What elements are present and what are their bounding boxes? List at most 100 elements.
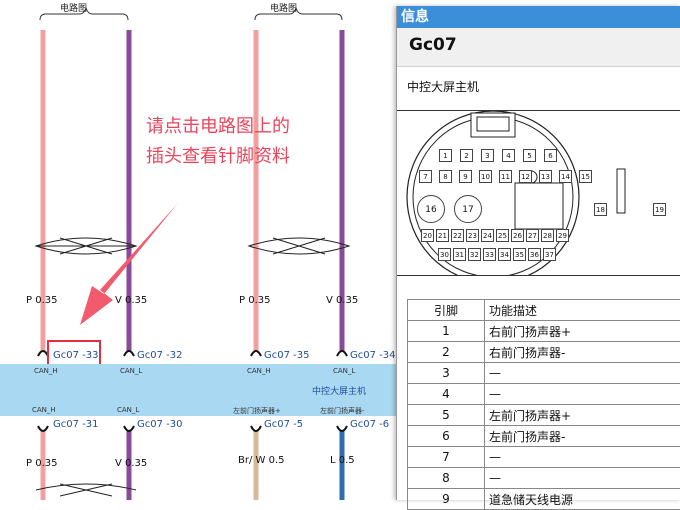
pin-number-cell: 1 — [408, 321, 485, 342]
table-row: 4— — [408, 384, 680, 405]
connector-pin[interactable]: 23 — [466, 229, 479, 242]
signal-label: CAN_H — [32, 406, 56, 414]
connector-header: Gc07 — [397, 28, 680, 67]
pin-number-cell: 4 — [408, 384, 485, 405]
signal-label: CAN_H — [247, 367, 271, 375]
module-name-label: 中控大屏主机 — [312, 384, 366, 397]
connector-pin[interactable]: 17 — [454, 195, 482, 223]
pin-function-cell: 右前门扬声器- — [485, 342, 680, 363]
connector-pin[interactable]: 21 — [436, 229, 449, 242]
connector-pin[interactable]: 7 — [419, 170, 432, 183]
connector-pin[interactable]: 5 — [523, 149, 536, 162]
signal-label: CAN_L — [333, 367, 355, 375]
column-header-pin: 引脚 — [408, 300, 485, 321]
pin-number-cell: 8 — [408, 468, 485, 489]
connector-pin[interactable]: 35 — [513, 248, 526, 261]
connector-pin-link[interactable]: Gc07 -6 — [350, 419, 389, 430]
connector-pin[interactable]: 36 — [528, 248, 541, 261]
wire-gauge-label: P 0.35 — [26, 295, 57, 306]
table-header-row: 引脚 功能描述 — [408, 300, 680, 321]
table-row: 6左前门扬声器- — [408, 426, 680, 447]
connector-code: Gc07 — [409, 35, 457, 55]
pin-function-cell: — — [485, 384, 680, 405]
pin-block — [519, 167, 639, 237]
info-panel: 信息 Gc07 中控大屏主机 123456 789101112131415 16… — [396, 6, 680, 500]
pin-function-cell: — — [485, 447, 680, 468]
panel-title[interactable]: 信息 — [397, 6, 680, 28]
table-row: 1右前门扬声器+ — [408, 321, 680, 342]
connector-pin[interactable]: 4 — [502, 149, 515, 162]
signal-label: CAN_L — [117, 406, 139, 414]
wire-gauge-label: V 0.35 — [326, 295, 358, 306]
column-header-function: 功能描述 — [485, 300, 680, 321]
wire-gauge-label: V 0.35 — [115, 458, 147, 469]
connector-pin[interactable]: 6 — [544, 149, 557, 162]
connector-pin-link[interactable]: Gc07 -34 — [350, 350, 395, 361]
connector-pin[interactable]: 2 — [460, 149, 473, 162]
diagram-group-label-right: 电路图 — [270, 1, 297, 14]
connector-pin[interactable]: 34 — [498, 248, 511, 261]
connector-pin[interactable]: 24 — [481, 229, 494, 242]
table-row: 7— — [408, 447, 680, 468]
connector-pin[interactable]: 33 — [483, 248, 496, 261]
wire-gauge-label: V 0.35 — [115, 295, 147, 306]
pin-function-cell: 道急储天线电源 — [485, 489, 680, 510]
connector-pin-link[interactable]: Gc07 -30 — [137, 419, 182, 430]
connector-pin[interactable]: 19 — [653, 203, 666, 216]
signal-label: CAN_H — [34, 367, 58, 375]
table-row: 9道急储天线电源 — [408, 489, 680, 510]
wire-gauge-label: Br/ W 0.5 — [238, 455, 285, 466]
table-row: 5左前门扬声器+ — [408, 405, 680, 426]
connector-pin-link[interactable]: Gc07 -5 — [264, 419, 303, 430]
connector-pin[interactable]: 9 — [459, 170, 472, 183]
pin-function-cell: 左前门扬声器- — [485, 426, 680, 447]
pin-number-cell: 5 — [408, 405, 485, 426]
table-row: 8— — [408, 468, 680, 489]
connector-pin[interactable]: 1 — [439, 149, 452, 162]
connector-pin[interactable]: 22 — [451, 229, 464, 242]
connector-pin-link[interactable]: Gc07 -31 — [53, 419, 98, 430]
connector-pin[interactable]: 37 — [543, 248, 556, 261]
connector-pin[interactable]: 27 — [526, 229, 539, 242]
connector-pin-link[interactable]: Gc07 -32 — [137, 350, 182, 361]
hint-line-1: 请点击电路图上的 — [146, 112, 290, 142]
diagram-group-label-left: 电路图 — [60, 1, 87, 14]
connector-pin[interactable]: 29 — [556, 229, 569, 242]
pin-number-cell: 2 — [408, 342, 485, 363]
connector-pin[interactable]: 16 — [417, 195, 445, 223]
wire-gauge-label: P 0.35 — [26, 458, 57, 469]
connector-pin-link[interactable]: Gc07 -35 — [264, 350, 309, 361]
connector-pin[interactable]: 25 — [496, 229, 509, 242]
pin-function-cell: — — [485, 468, 680, 489]
connector-pin[interactable]: 10 — [479, 170, 492, 183]
connector-pin[interactable]: 20 — [421, 229, 434, 242]
connector-pin[interactable]: 31 — [453, 248, 466, 261]
connector-pin[interactable]: 28 — [541, 229, 554, 242]
wire-gauge-label: L 0.5 — [330, 455, 355, 466]
pin-function-cell: 左前门扬声器+ — [485, 405, 680, 426]
pin-function-table: 引脚 功能描述 1右前门扬声器+2右前门扬声器-3—4—5左前门扬声器+6左前门… — [407, 299, 680, 510]
pin-number-cell: 3 — [408, 363, 485, 384]
wire-gauge-label: P 0.35 — [239, 295, 270, 306]
connector-pinout-diagram: 123456 789101112131415 1617 1819 2021222… — [397, 110, 680, 276]
hint-line-2: 插头查看针脚资料 — [146, 142, 290, 172]
signal-label: 左前门扬声器+ — [233, 406, 281, 416]
connector-pin[interactable]: 26 — [511, 229, 524, 242]
instruction-hint: 请点击电路图上的 插头查看针脚资料 — [146, 112, 290, 172]
pin-number-cell: 6 — [408, 426, 485, 447]
connector-pin[interactable]: 32 — [468, 248, 481, 261]
connector-pin[interactable]: 18 — [594, 203, 607, 216]
pin-number-cell: 9 — [408, 489, 485, 510]
pin-function-cell: 右前门扬声器+ — [485, 321, 680, 342]
pin-function-cell: — — [485, 363, 680, 384]
table-row: 3— — [408, 363, 680, 384]
table-row: 2右前门扬声器- — [408, 342, 680, 363]
connector-pin[interactable]: 3 — [481, 149, 494, 162]
pin-number-cell: 7 — [408, 447, 485, 468]
signal-label: CAN_L — [120, 367, 142, 375]
connector-pin[interactable]: 30 — [438, 248, 451, 261]
connector-description: 中控大屏主机 — [407, 78, 479, 95]
signal-label: 左前门扬声器- — [320, 406, 365, 416]
connector-pin[interactable]: 8 — [439, 170, 452, 183]
connector-pin[interactable]: 11 — [499, 170, 512, 183]
